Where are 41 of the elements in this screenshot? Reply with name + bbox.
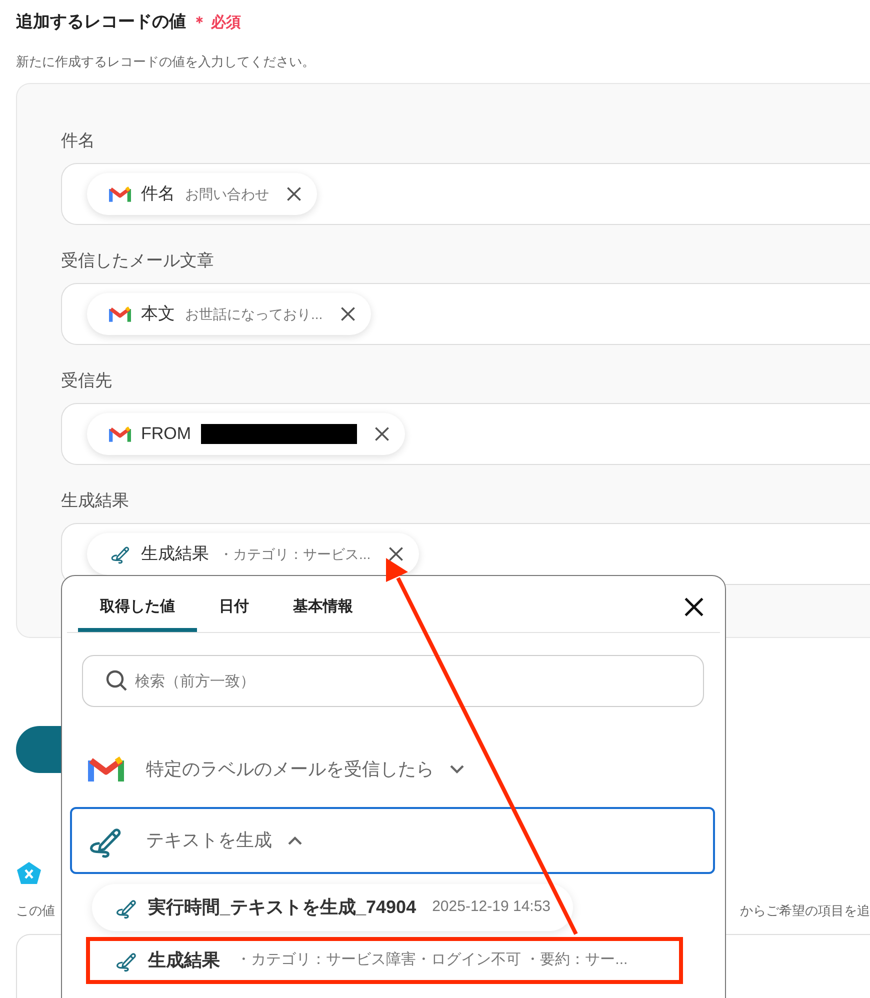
chevron-down-icon [450,764,464,774]
group-header[interactable]: 特定のラベルのメールを受信したら [62,749,725,789]
chip-name: 生成結果 [141,543,209,566]
tab[interactable]: 取得した値 [78,576,197,632]
value-field[interactable]: 本文 お世話になっており... [61,283,870,345]
chip-value: お世話になっており... [185,304,323,324]
description-text: 新たに作成するレコードの値を入力してください。 [16,53,316,71]
search-icon [105,669,129,693]
close-icon[interactable] [682,595,706,619]
chip-name: 本文 [141,303,175,326]
value-chip[interactable]: 実行時間_テキストを生成_74904 2025-12-19 14:53 [92,884,573,931]
close-icon[interactable] [386,545,405,563]
value-chip[interactable]: 件名 お問い合わせ [87,173,317,215]
value-chip[interactable]: FROM [87,413,406,455]
required-label: ＊ 必須 [192,14,242,31]
field-label: 受信したメール文章 [61,250,215,272]
pentagon-icon [16,861,42,885]
section-title: 追加するレコードの値 [16,12,186,31]
chevron-up-icon [288,836,302,845]
field-label: 生成結果 [61,490,130,512]
value-chip[interactable]: 生成結果 ・カテゴリ：サービス... [87,533,419,575]
gmail-icon [109,306,131,322]
description-text: からご希望の項目を追 [740,902,870,920]
close-icon[interactable] [373,425,392,443]
field-label: 件名 [61,130,96,152]
value-chip[interactable]: 本文 お世話になっており... [87,293,371,335]
close-icon[interactable] [338,305,357,323]
value-field[interactable]: 件名 お問い合わせ [61,163,870,225]
chip-value: お問い合わせ [185,184,269,204]
chip-value: ・カテゴリ：サービス... [219,544,371,564]
group-header[interactable]: テキストを生成 [70,807,715,874]
close-icon[interactable] [285,185,303,203]
description-text: この値 [16,902,55,920]
gmail-icon [109,426,131,442]
search-field[interactable]: 検索（前方一致） [82,655,704,707]
gmail-icon [109,186,131,202]
gmail-icon [88,756,124,782]
chip-name: FROM [141,423,192,446]
value-field[interactable]: FROM [61,403,870,465]
chip-name: 件名 [141,183,175,206]
field-label: 受信先 [61,370,113,392]
